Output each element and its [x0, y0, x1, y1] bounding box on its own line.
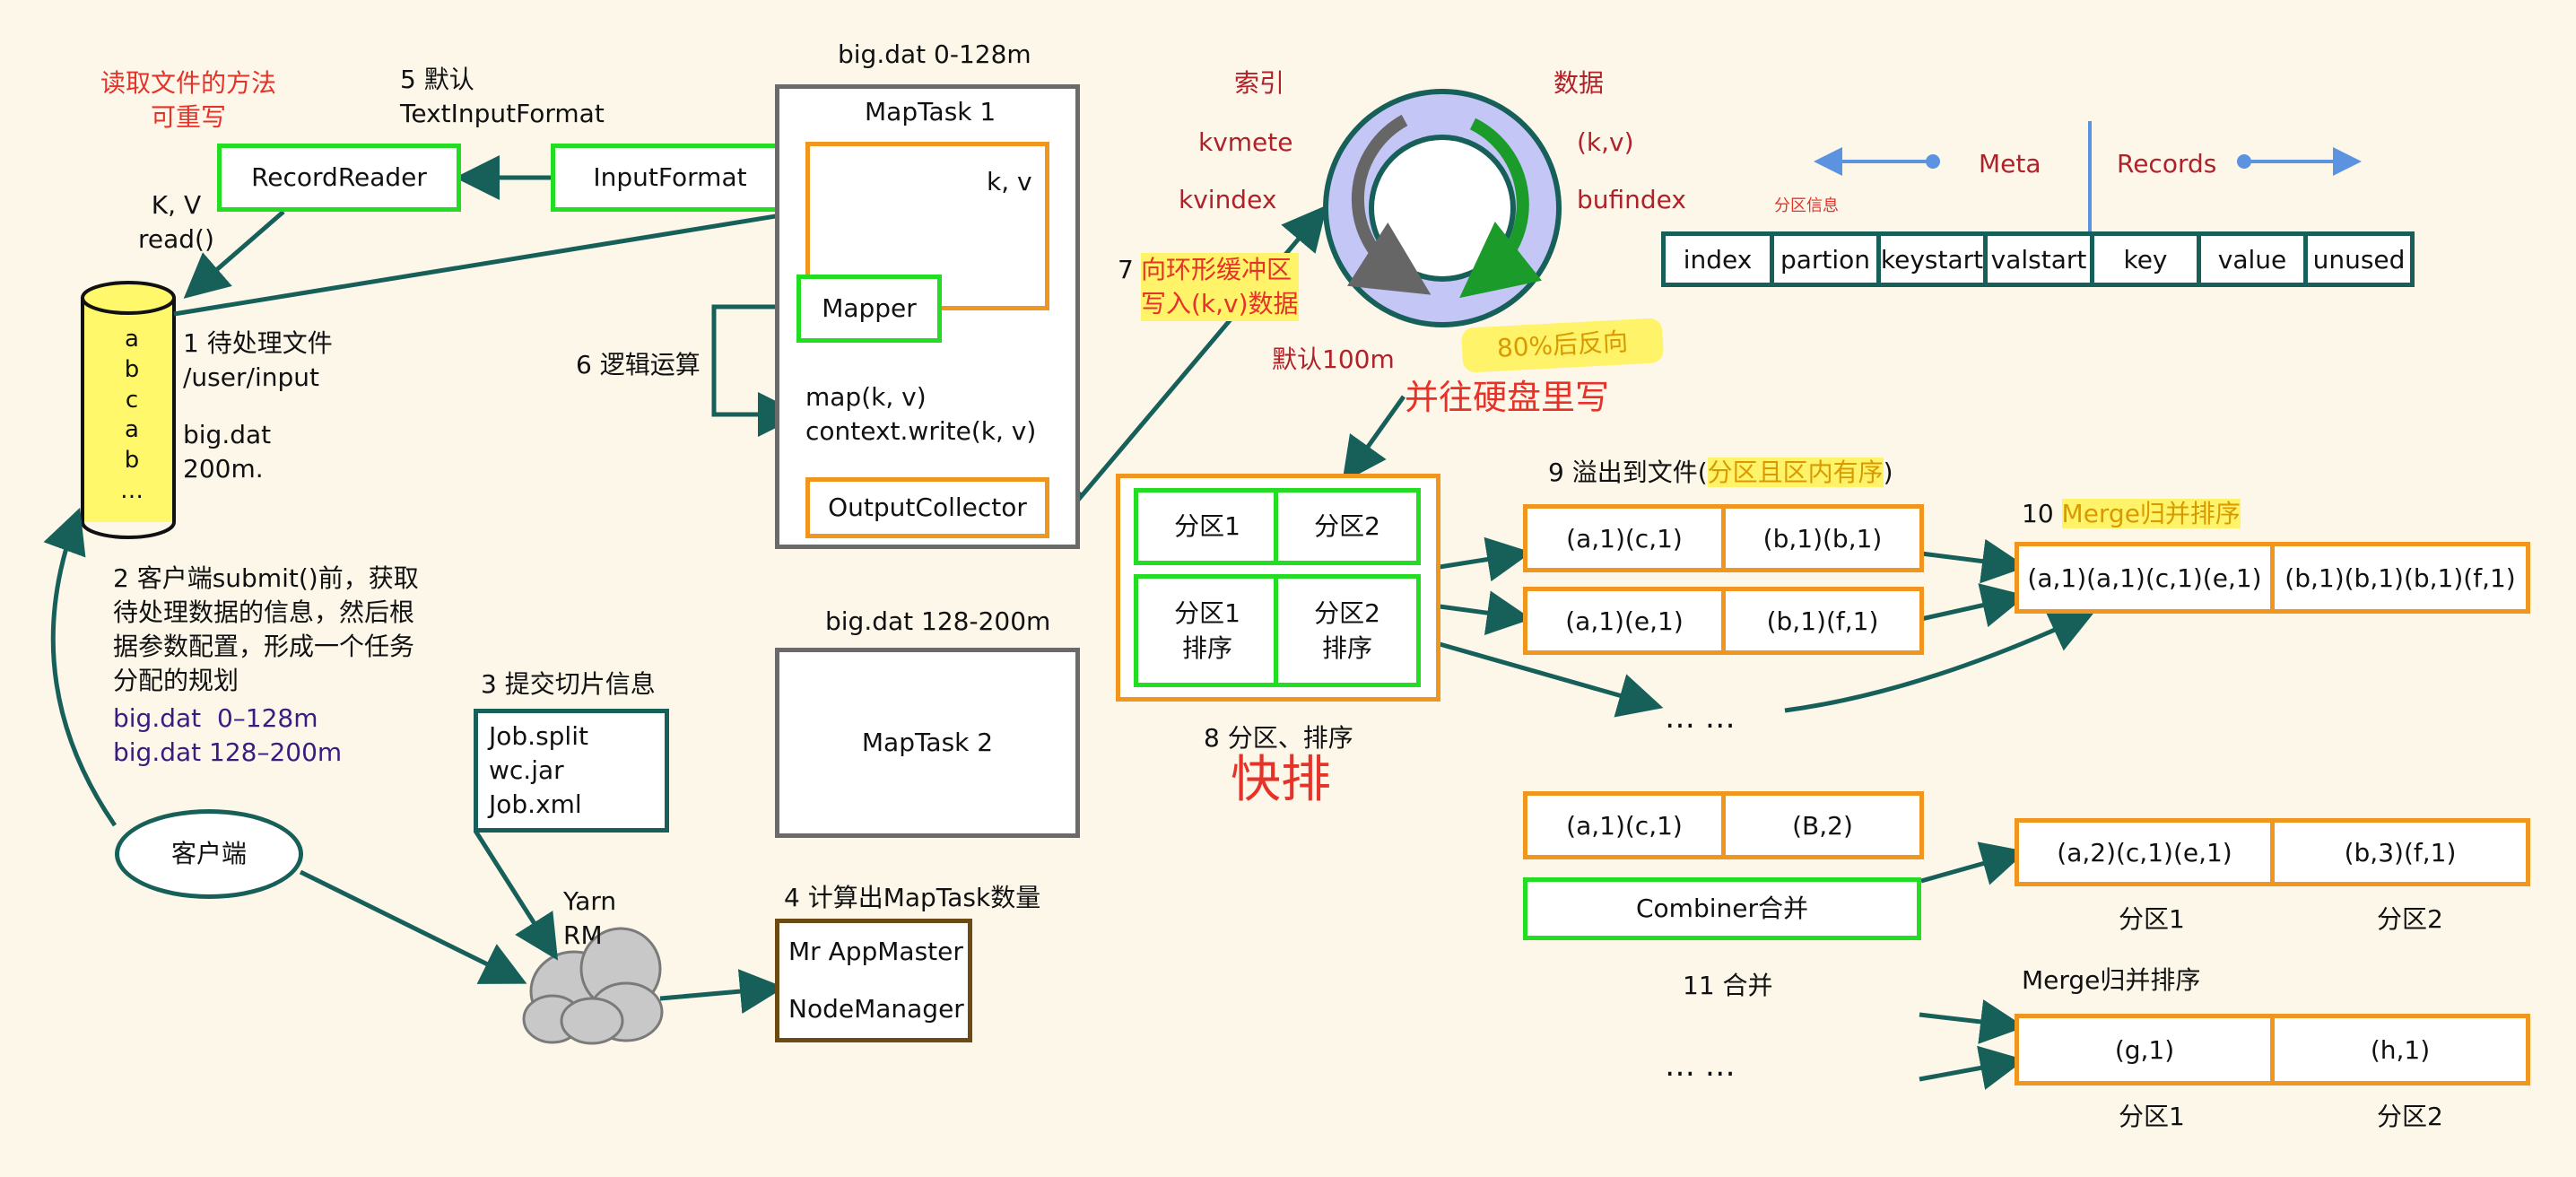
meta-table-cell-6: unused — [2303, 231, 2415, 287]
combine-out-cell-0: (a,2)(c,1)(e,1) — [2015, 818, 2275, 886]
meta-table-cell-2: keystart — [1876, 231, 1988, 287]
partition1-label: 分区1 — [1174, 511, 1240, 542]
combine-out-cell-1: (b,3)(f,1) — [2270, 818, 2530, 886]
partition2-sort-label: 分区2 排序 — [1314, 597, 1380, 663]
step5-label: 5 默认 TextInputFormat — [400, 65, 605, 128]
meta-table-cell-0: index — [1661, 231, 1774, 287]
meta-table-cell-3: valstart — [1983, 231, 2094, 287]
partition-label-2b: 分区2 — [2377, 1102, 2443, 1131]
combine-in-cell-1: (B,2) — [1721, 791, 1924, 859]
default-size-label: 默认100m — [1272, 344, 1395, 374]
ellipsis-2: … … — [1665, 1048, 1736, 1084]
merge-final-cell-1: (h,1) — [2270, 1014, 2530, 1085]
records-label: Records — [2117, 149, 2217, 179]
step7-number: 7 — [1118, 255, 1142, 284]
combiner-box: Combiner合并 — [1523, 877, 1921, 940]
client-node: 客户端 — [115, 809, 303, 899]
partition-info-label: 分区信息 — [1774, 196, 1839, 215]
client-label: 客户端 — [170, 839, 247, 869]
step1-label: 1 待处理文件 /user/input — [183, 328, 333, 392]
kvmete-label: kvmete — [1198, 127, 1293, 157]
combiner-label: Combiner合并 — [1636, 894, 1808, 924]
job-files-label: Job.split wc.jar Job.xml — [489, 720, 588, 820]
index-label: 索引 — [1234, 68, 1285, 98]
input-format-box: InputFormat — [551, 144, 789, 212]
step2-label: 2 客户端submit()前，获取 待处理数据的信息，然后根 据参数配置，形成一… — [113, 563, 419, 696]
app-master-box: Mr AppMaster NodeManager — [775, 919, 972, 1042]
file-contents: a b c a b … — [120, 326, 144, 504]
partition2-sort-box: 分区2 排序 — [1274, 574, 1421, 687]
yarn-rm-label: Yarn RM — [563, 886, 617, 950]
spill-1-cell-0: (a,1)(e,1) — [1523, 587, 1726, 655]
meta-label: Meta — [1979, 149, 2041, 179]
meta-table-cell-5: value — [2197, 231, 2308, 287]
merge-sort-label: Merge归并排序 — [2022, 965, 2201, 995]
merge-final-cell-0: (g,1) — [2015, 1014, 2275, 1085]
map-function: map(k, v) context.write(k, v) — [805, 382, 1037, 446]
meta-table-cell-1: partion — [1770, 231, 1881, 287]
job-files-box: Job.split wc.jar Job.xml — [474, 709, 669, 833]
meta-table-cell-4: key — [2090, 231, 2201, 287]
mapper-label: Mapper — [822, 293, 917, 324]
node-manager-label: NodeManager — [788, 994, 964, 1024]
split-plan: big.dat 0–128m big.dat 128–200m — [113, 703, 343, 768]
split1-title: big.dat 0-128m — [838, 39, 1031, 69]
step10-label: 10 Merge归并排序 — [2022, 499, 2241, 528]
record-reader-box: RecordReader — [217, 144, 461, 212]
input-format-label: InputFormat — [593, 162, 747, 193]
mapreduce-diagram: 读取文件的方法 可重写 5 默认 TextInputFormat RecordR… — [0, 0, 2576, 1177]
step6-label: 6 逻辑运算 — [576, 350, 701, 379]
partition1-box: 分区1 — [1134, 488, 1281, 565]
bufindex-label: bufindex — [1577, 185, 1686, 214]
step3-label: 3 提交切片信息 — [481, 669, 656, 699]
step11-label: 11 合并 — [1683, 971, 1773, 1000]
read-method-note: 读取文件的方法 可重写 — [100, 68, 277, 132]
split2-title: big.dat 128-200m — [825, 606, 1051, 636]
output-collector-box: OutputCollector — [805, 477, 1049, 538]
mr-appmaster-label: Mr AppMaster — [788, 937, 963, 967]
output-collector-label: OutputCollector — [828, 493, 1027, 523]
quicksort-label: 快排 — [1231, 751, 1331, 809]
merged-cell-0: (a,1)(a,1)(c,1)(e,1) — [2015, 542, 2275, 614]
mapper-box: Mapper — [796, 275, 942, 343]
write-disk-label: 并往硬盘里写 — [1405, 378, 1610, 417]
ring-buffer — [1323, 89, 1562, 327]
maptask2-box: MapTask 2 — [775, 648, 1080, 838]
step9-label: 9 溢出到文件(分区且区内有序) — [1548, 458, 1893, 487]
partition2-label: 分区2 — [1314, 511, 1380, 542]
partition1-sort-box: 分区1 排序 — [1134, 574, 1281, 687]
partition2-box: 分区2 — [1274, 488, 1421, 565]
maptask1-label: MapTask 1 — [865, 97, 996, 126]
step7-label: 向环形缓冲区 写入(k,v)数据 — [1141, 253, 1299, 321]
maptask2-label: MapTask 2 — [861, 728, 994, 758]
combine-in-cell-0: (a,1)(c,1) — [1523, 791, 1726, 859]
merged-cell-1: (b,1)(b,1)(b,1)(f,1) — [2270, 542, 2530, 614]
file-size-label: big.dat 200m. — [183, 420, 272, 484]
spill-0-cell-0: (a,1)(c,1) — [1523, 504, 1726, 572]
kv-pair-label: (k,v) — [1577, 127, 1634, 157]
spill-1-cell-1: (b,1)(f,1) — [1721, 587, 1924, 655]
spill-0-cell-1: (b,1)(b,1) — [1721, 504, 1924, 572]
step4-label: 4 计算出MapTask数量 — [784, 883, 1041, 912]
kv-read-label: K, V read() — [138, 190, 214, 254]
partition-label-1a: 分区1 — [2119, 904, 2185, 934]
data-label: 数据 — [1553, 68, 1605, 98]
partition-label-2a: 分区2 — [2377, 904, 2443, 934]
kv-label: k, v — [987, 167, 1032, 196]
partition-label-1b: 分区1 — [2119, 1102, 2185, 1131]
partition1-sort-label: 分区1 排序 — [1174, 597, 1240, 663]
ellipsis-1: … … — [1665, 700, 1736, 736]
kvindex-label: kvindex — [1179, 185, 1277, 214]
record-reader-label: RecordReader — [251, 162, 427, 193]
